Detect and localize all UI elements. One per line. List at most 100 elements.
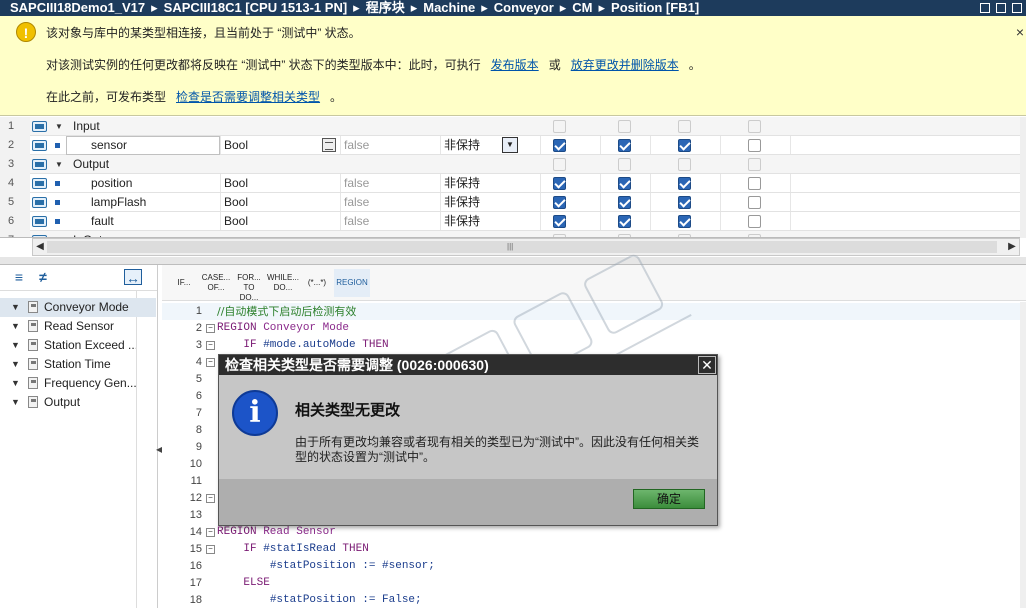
member-name[interactable]: sensor — [91, 136, 127, 155]
expand-arrow-icon[interactable]: ▼ — [11, 393, 20, 412]
code-snippet-button[interactable]: IF... — [170, 269, 198, 297]
code-line[interactable]: 2− REGION Conveyor Mode — [162, 320, 1020, 337]
expand-arrow-icon[interactable]: ▼ — [11, 298, 20, 317]
navigation-item[interactable]: ▼ Read Sensor — [0, 317, 156, 336]
breadcrumb-item[interactable]: SAPCIII18C1 [CPU 1513-1 PN] — [164, 0, 348, 15]
checkbox[interactable] — [618, 139, 631, 152]
data-type[interactable]: Bool — [224, 212, 248, 231]
checkbox[interactable] — [678, 139, 691, 152]
discard-changes-link[interactable]: 放弃更改并删除版本 — [571, 58, 679, 72]
checkbox[interactable] — [618, 196, 631, 209]
interface-vertical-scrollbar[interactable] — [1020, 117, 1026, 238]
fold-toggle-icon[interactable]: − — [206, 341, 215, 350]
default-value[interactable]: false — [344, 136, 369, 155]
code-vertical-scrollbar[interactable] — [1020, 302, 1026, 608]
breadcrumb-item[interactable]: CM — [572, 0, 592, 15]
checkbox[interactable] — [553, 215, 566, 228]
breadcrumb-item[interactable]: Conveyor — [494, 0, 554, 15]
checkbox[interactable] — [618, 177, 631, 190]
check-related-types-link[interactable]: 检查是否需要调整相关类型 — [176, 90, 320, 104]
interface-row[interactable]: 7▼InOut — [0, 231, 1020, 237]
retain-setting[interactable]: 非保持 — [444, 193, 480, 212]
expand-arrow-icon[interactable]: ▼ — [11, 336, 20, 355]
restore-icon[interactable] — [996, 3, 1006, 13]
expand-arrow-icon[interactable]: ▼ — [11, 374, 20, 393]
code-line[interactable]: 16 #statPosition := #sensor; — [162, 558, 1020, 575]
navigation-item[interactable]: ▼ Output — [0, 393, 156, 412]
code-snippet-button[interactable]: CASE... OF... — [200, 269, 232, 297]
checkbox[interactable] — [748, 139, 761, 152]
banner-close-icon[interactable]: × — [1016, 24, 1024, 40]
member-name[interactable]: fault — [91, 212, 114, 231]
expand-all-icon[interactable]: ≠ — [34, 269, 52, 285]
interface-row[interactable]: 5 lampFlash Bool false 非保持 — [0, 193, 1020, 212]
expand-arrow-icon[interactable]: ▼ — [11, 317, 20, 336]
checkbox[interactable] — [553, 196, 566, 209]
region-button[interactable]: REGION — [334, 269, 370, 297]
code-line[interactable]: 15− IF #statIsRead THEN — [162, 541, 1020, 558]
breadcrumb-item[interactable]: SAPCIII18Demo1_V17 — [0, 0, 145, 16]
scroll-thumb[interactable] — [47, 241, 997, 253]
scroll-left-icon[interactable]: ◀ — [33, 240, 47, 254]
interface-row[interactable]: 1 ▼ Input — [0, 117, 1020, 136]
checkbox[interactable] — [748, 196, 761, 209]
collapse-all-icon[interactable]: ≡ — [10, 269, 28, 285]
checkbox[interactable] — [553, 177, 566, 190]
fold-toggle-icon[interactable]: − — [206, 545, 215, 554]
member-name[interactable]: lampFlash — [91, 193, 146, 212]
minimize-icon[interactable] — [980, 3, 990, 13]
maximize-icon[interactable] — [1012, 3, 1022, 13]
data-type[interactable]: Bool — [224, 193, 248, 212]
release-version-link[interactable]: 发布版本 — [491, 58, 539, 72]
breadcrumb-item[interactable]: Position [FB1] — [611, 0, 699, 15]
pane-splitter[interactable] — [0, 257, 1026, 265]
interface-row[interactable]: 2 sensor Bool false 非保持 ▼ — [0, 136, 1020, 155]
checkbox[interactable] — [748, 215, 761, 228]
ok-button[interactable]: 确定 — [633, 489, 705, 509]
checkbox[interactable] — [748, 177, 761, 190]
data-type[interactable]: Bool — [224, 136, 248, 155]
fold-toggle-icon[interactable]: − — [206, 358, 215, 367]
code-line[interactable]: 14− REGION Read Sensor — [162, 524, 1020, 541]
navigation-item[interactable]: ▼ Conveyor Mode — [0, 298, 156, 317]
navigation-item[interactable]: ▼ Station Time — [0, 355, 156, 374]
expand-arrow-icon[interactable]: ▼ — [55, 122, 63, 131]
retain-setting[interactable]: 非保持 — [444, 174, 480, 193]
code-snippet-button[interactable]: FOR... TO DO... — [234, 269, 264, 302]
code-line[interactable]: 3− IF #mode.autoMode THEN — [162, 337, 1020, 354]
checkbox[interactable] — [553, 139, 566, 152]
interface-horizontal-scrollbar[interactable]: ◀ ||| ▶ — [32, 238, 1020, 256]
member-name[interactable]: position — [91, 174, 132, 193]
code-line[interactable]: 1//自动模式下启动后检测有效 — [162, 303, 1020, 320]
interface-row[interactable]: 3 ▼ Output — [0, 155, 1020, 174]
checkbox[interactable] — [678, 196, 691, 209]
data-type[interactable]: Bool — [224, 174, 248, 193]
code-snippet-button[interactable]: WHILE... DO... — [266, 269, 300, 297]
code-line[interactable]: 18 #statPosition := False; — [162, 592, 1020, 608]
default-value[interactable]: false — [344, 193, 369, 212]
code-snippet-button[interactable]: (*...*) — [302, 269, 332, 297]
interface-row[interactable]: 4 position Bool false 非保持 — [0, 174, 1020, 193]
retain-setting[interactable]: 非保持 — [444, 136, 480, 155]
interface-row[interactable]: 6 fault Bool false 非保持 — [0, 212, 1020, 231]
name-edit-field[interactable] — [66, 136, 220, 155]
default-value[interactable]: false — [344, 174, 369, 193]
expand-arrow-icon[interactable]: ▼ — [55, 160, 63, 169]
breadcrumb-item[interactable]: Machine — [423, 0, 475, 15]
code-line[interactable]: 17 ELSE — [162, 575, 1020, 592]
sync-navigation-icon[interactable]: ↔ — [124, 269, 142, 286]
breadcrumb-item[interactable]: 程序块 — [366, 0, 405, 15]
navigation-item[interactable]: ▼ Frequency Gen... — [0, 374, 156, 393]
fold-toggle-icon[interactable]: − — [206, 528, 215, 537]
dialog-close-icon[interactable]: ✕ — [698, 356, 716, 374]
default-value[interactable]: false — [344, 212, 369, 231]
checkbox[interactable] — [618, 215, 631, 228]
scroll-right-icon[interactable]: ▶ — [1005, 240, 1019, 254]
checkbox[interactable] — [678, 177, 691, 190]
expand-arrow-icon[interactable]: ▼ — [11, 355, 20, 374]
retain-dropdown-icon[interactable]: ▼ — [502, 137, 518, 153]
fold-toggle-icon[interactable]: − — [206, 494, 215, 503]
fold-toggle-icon[interactable]: − — [206, 324, 215, 333]
retain-setting[interactable]: 非保持 — [444, 212, 480, 231]
data-type-picker-icon[interactable] — [322, 138, 336, 152]
